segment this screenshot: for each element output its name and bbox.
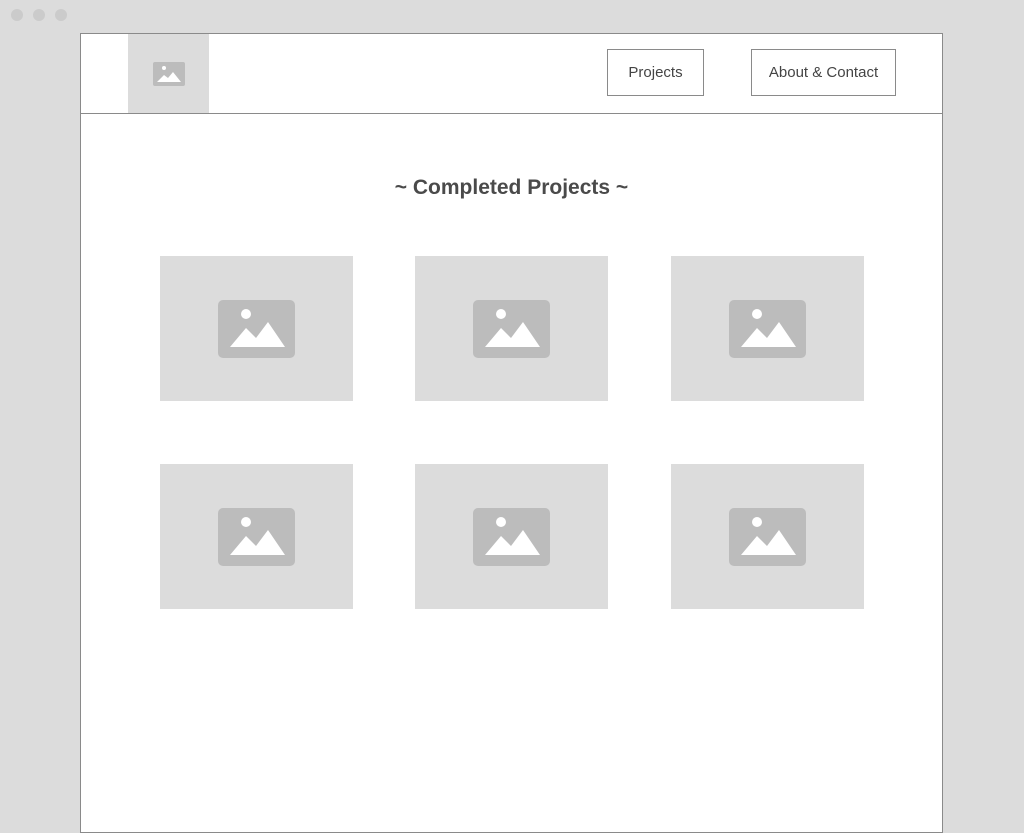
- project-tile[interactable]: [671, 256, 864, 401]
- page-frame: Projects About & Contact ~ Completed Pro…: [80, 33, 943, 833]
- image-placeholder-icon: [218, 299, 295, 358]
- project-tile[interactable]: [160, 464, 353, 609]
- nav-about-contact-button[interactable]: About & Contact: [751, 49, 896, 96]
- site-header: Projects About & Contact: [81, 34, 942, 114]
- image-placeholder-icon: [473, 299, 550, 358]
- window-controls: [11, 9, 67, 21]
- project-tile[interactable]: [671, 464, 864, 609]
- project-tile[interactable]: [415, 464, 608, 609]
- image-placeholder-icon: [473, 507, 550, 566]
- nav-projects-button[interactable]: Projects: [607, 49, 704, 96]
- window-maximize-dot[interactable]: [55, 9, 67, 21]
- project-tile[interactable]: [160, 256, 353, 401]
- image-placeholder-icon: [729, 299, 806, 358]
- page-title: ~ Completed Projects ~: [394, 176, 629, 199]
- image-placeholder-icon: [218, 507, 295, 566]
- window-close-dot[interactable]: [11, 9, 23, 21]
- image-placeholder-icon: [729, 507, 806, 566]
- logo[interactable]: [128, 34, 209, 113]
- image-placeholder-icon: [152, 61, 185, 86]
- project-tile[interactable]: [415, 256, 608, 401]
- window-minimize-dot[interactable]: [33, 9, 45, 21]
